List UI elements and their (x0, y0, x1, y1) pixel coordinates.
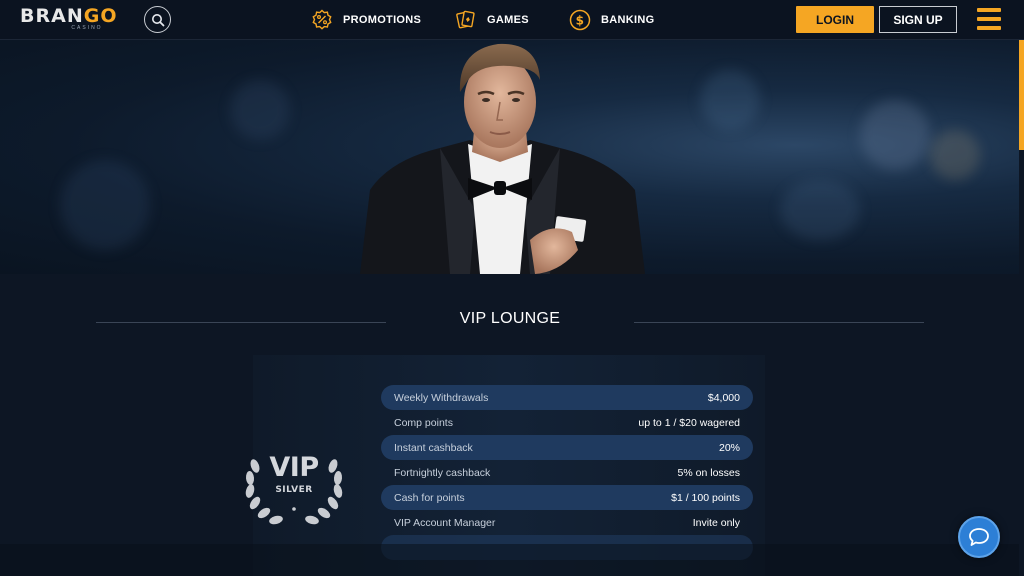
badge-vip-text: VIP (269, 452, 319, 483)
benefit-label: Weekly Withdrawals (394, 391, 489, 404)
benefit-value: up to 1 / $20 wagered (638, 416, 740, 429)
nav-promotions-label: PROMOTIONS (343, 14, 422, 26)
benefit-value: $1 / 100 points (671, 491, 740, 504)
search-icon (151, 13, 164, 26)
benefit-value: $4,000 (707, 391, 740, 404)
hero-banner-image (0, 40, 1019, 274)
menu-bar (977, 26, 1001, 30)
benefit-label: VIP Account Manager (394, 516, 496, 529)
logo-text: BRAN (20, 5, 84, 27)
title-divider-right (634, 322, 924, 323)
benefit-row: VIP Account Manager Invite only (381, 510, 753, 535)
playing-cards-icon (455, 9, 477, 31)
vip-benefits-list: Weekly Withdrawals $4,000 Comp points up… (381, 385, 753, 560)
live-chat-button[interactable] (958, 516, 1000, 558)
benefit-label: Instant cashback (394, 441, 473, 454)
page-scrollbar-thumb[interactable] (1019, 40, 1024, 150)
bokeh-light (930, 130, 980, 180)
benefit-row: Cash for points $1 / 100 points (381, 485, 753, 510)
signup-button[interactable]: SIGN UP (879, 6, 957, 33)
svg-text:$: $ (576, 14, 585, 28)
nav-banking-label: BANKING (601, 14, 655, 26)
benefit-value: Invite only (692, 516, 740, 529)
chat-bubble-icon (969, 528, 989, 546)
login-button[interactable]: LOGIN (796, 6, 874, 33)
menu-bar (977, 17, 1001, 21)
bottom-overlay (0, 544, 1019, 576)
logo-text-accent: GO (83, 5, 118, 27)
man-in-tuxedo-illustration (360, 43, 645, 274)
benefit-label: Cash for points (394, 491, 465, 504)
top-navigation-bar: BRANGO CASINO PROMOTIONS GAMES $ BANKING… (0, 0, 1024, 40)
vip-silver-badge: VIP SILVER (241, 450, 347, 528)
benefit-row: Fortnightly cashback 5% on losses (381, 460, 753, 485)
menu-bar (977, 8, 1001, 12)
title-divider-left (96, 322, 386, 323)
bokeh-light (60, 160, 150, 250)
nav-games-label: GAMES (487, 14, 529, 26)
search-button[interactable] (144, 6, 171, 33)
hamburger-menu-button[interactable] (977, 8, 1001, 30)
bokeh-light (230, 80, 290, 140)
benefit-value: 5% on losses (677, 466, 740, 479)
percent-badge-icon (311, 9, 333, 31)
badge-tier-text: SILVER (275, 485, 313, 495)
benefit-label: Fortnightly cashback (394, 466, 491, 479)
benefit-value: 20% (718, 441, 740, 454)
brango-logo[interactable]: BRANGO CASINO (20, 5, 116, 34)
benefit-row: Instant cashback 20% (381, 435, 753, 460)
nav-banking[interactable]: $ BANKING (569, 8, 654, 32)
bokeh-light (700, 70, 760, 130)
section-title: VIP LOUNGE (459, 310, 561, 327)
bokeh-light (780, 180, 860, 240)
bokeh-light (860, 100, 930, 170)
benefit-row: Weekly Withdrawals $4,000 (381, 385, 753, 410)
dollar-coin-icon: $ (569, 9, 591, 31)
benefit-row: Comp points up to 1 / $20 wagered (381, 410, 753, 435)
benefit-label: Comp points (394, 416, 453, 429)
nav-promotions[interactable]: PROMOTIONS (311, 8, 421, 32)
nav-games[interactable]: GAMES (455, 8, 529, 32)
